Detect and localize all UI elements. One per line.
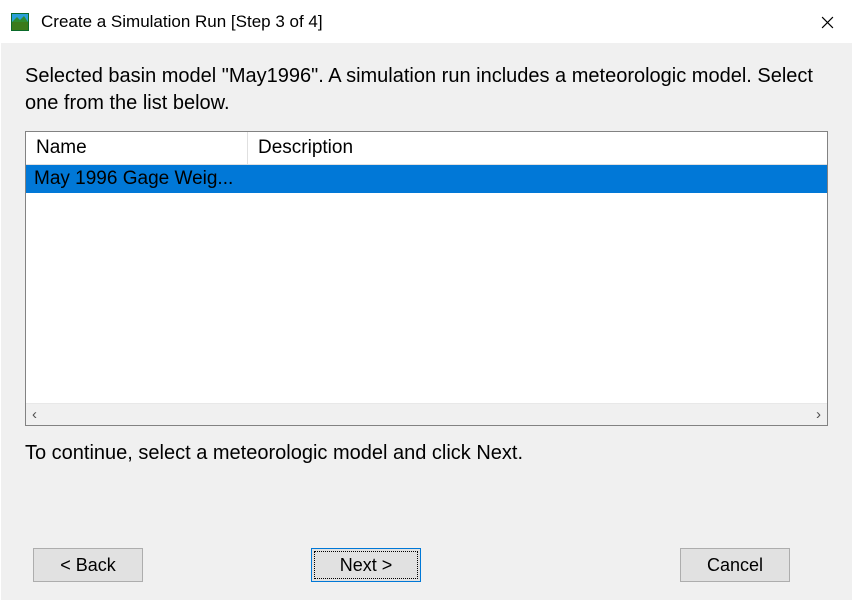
scroll-left-icon[interactable]: ‹ <box>32 406 37 423</box>
column-header-description[interactable]: Description <box>248 132 827 165</box>
titlebar: Create a Simulation Run [Step 3 of 4] <box>1 1 852 43</box>
dialog-window: Create a Simulation Run [Step 3 of 4] Se… <box>0 0 853 601</box>
hint-text: To continue, select a meteorologic model… <box>25 442 828 465</box>
scroll-right-icon[interactable]: › <box>816 406 821 423</box>
model-table: Name Description May 1996 Gage Weig... ‹… <box>25 131 828 426</box>
dialog-content: Selected basin model "May1996". A simula… <box>1 43 852 600</box>
cell-description <box>248 177 827 181</box>
close-button[interactable] <box>802 1 852 43</box>
button-row: < Back Next > Cancel <box>25 518 828 582</box>
next-button[interactable]: Next > <box>311 548 421 582</box>
app-icon <box>11 13 29 31</box>
table-header: Name Description <box>26 132 827 165</box>
window-title: Create a Simulation Run [Step 3 of 4] <box>41 12 802 32</box>
table-row[interactable]: May 1996 Gage Weig... <box>26 165 827 193</box>
back-button[interactable]: < Back <box>33 548 143 582</box>
column-header-name[interactable]: Name <box>26 132 248 165</box>
cancel-button[interactable]: Cancel <box>680 548 790 582</box>
horizontal-scrollbar[interactable]: ‹ › <box>26 403 827 425</box>
cell-name: May 1996 Gage Weig... <box>26 166 248 192</box>
instruction-text: Selected basin model "May1996". A simula… <box>25 63 828 117</box>
table-body: May 1996 Gage Weig... <box>26 165 827 403</box>
